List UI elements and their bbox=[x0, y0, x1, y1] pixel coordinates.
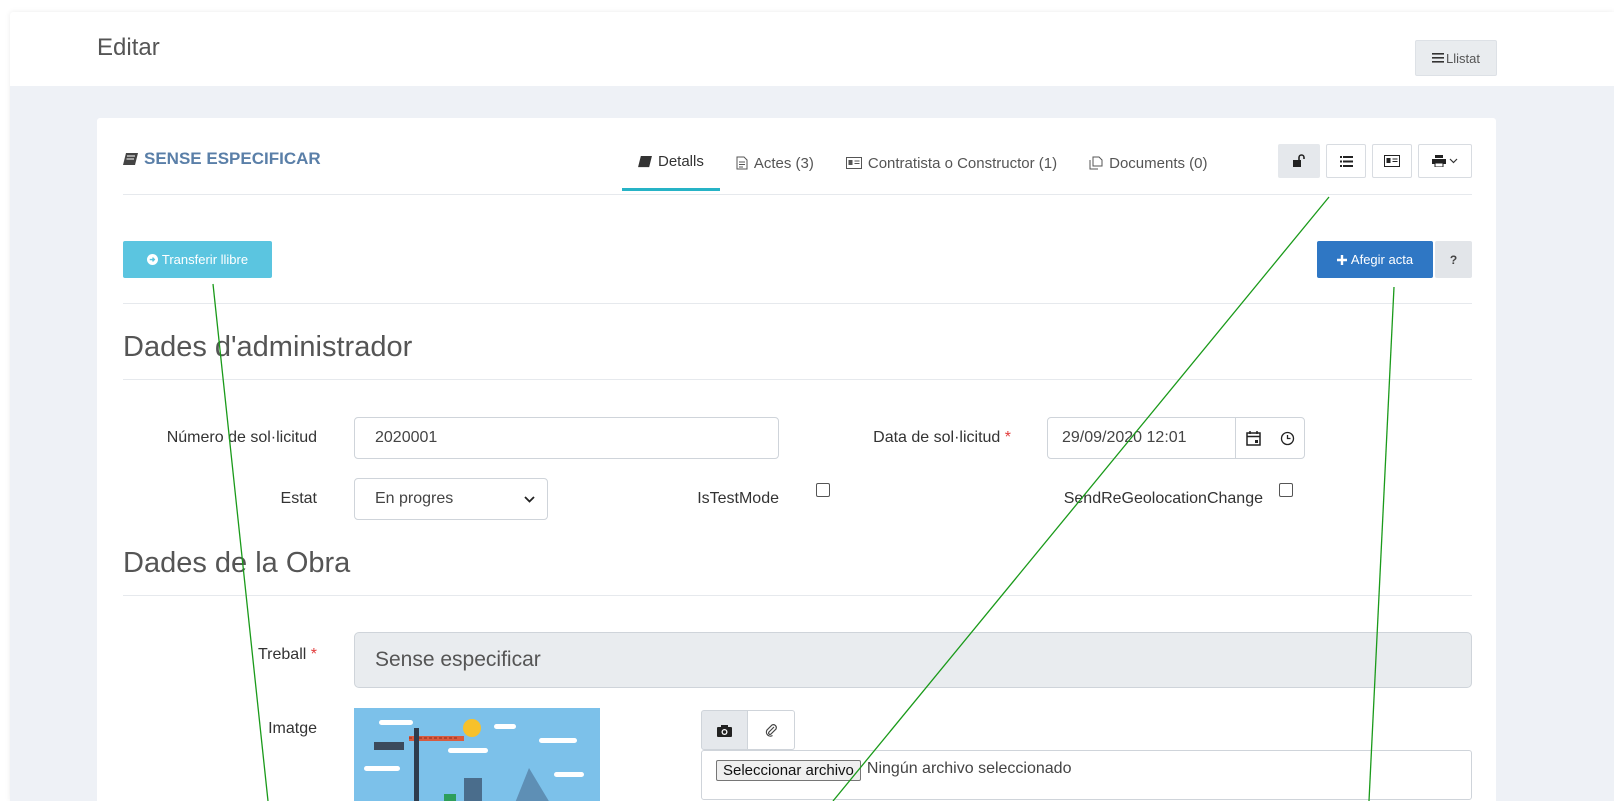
sendregeolocation-label: SendReGeolocationChange bbox=[1063, 490, 1263, 507]
treball-field: Sense especificar bbox=[354, 632, 1472, 688]
treball-label-text: Treball bbox=[258, 646, 307, 663]
section-title-admin: Dades d'administrador bbox=[123, 331, 1472, 380]
file-status-text: Ningún archivo seleccionado bbox=[866, 760, 1072, 777]
unlock-button[interactable] bbox=[1278, 144, 1320, 178]
list-view-button[interactable] bbox=[1326, 144, 1366, 178]
estat-label: Estat bbox=[280, 490, 317, 507]
chevron-down-icon bbox=[1449, 158, 1458, 164]
id-card-icon bbox=[845, 157, 862, 169]
tab-label: Detalls bbox=[658, 153, 704, 170]
transferir-label: Transferir llibre bbox=[161, 252, 249, 267]
print-dropdown-button[interactable] bbox=[1418, 144, 1472, 178]
treball-label: Treball * bbox=[123, 646, 317, 664]
transferir-llibre-button[interactable]: Transferir llibre bbox=[123, 241, 272, 278]
afegir-label: Afegir acta bbox=[1350, 252, 1414, 267]
clock-icon bbox=[1280, 431, 1294, 445]
obra-image-thumbnail bbox=[354, 708, 600, 801]
clock-button[interactable] bbox=[1270, 418, 1304, 458]
file-input-row: Seleccionar archivo Ningún archivo selec… bbox=[701, 750, 1472, 800]
page-title: Editar bbox=[97, 34, 160, 61]
book-icon bbox=[638, 155, 652, 167]
istestmode-checkbox[interactable] bbox=[816, 483, 830, 497]
istestmode-label: IsTestMode bbox=[697, 490, 779, 507]
card-title: SENSE ESPECIFICAR bbox=[123, 149, 321, 169]
required-mark: * bbox=[310, 646, 317, 663]
document-icon bbox=[736, 156, 748, 170]
paperclip-icon bbox=[765, 724, 777, 737]
header-button-group bbox=[1278, 144, 1472, 178]
tab-documents[interactable]: Documents (0) bbox=[1073, 148, 1223, 191]
data-label: Data de sol·licitud * bbox=[797, 429, 1011, 447]
tab-actes[interactable]: Actes (3) bbox=[720, 148, 830, 191]
attach-button[interactable] bbox=[748, 710, 795, 750]
copy-icon bbox=[1089, 156, 1103, 170]
card-title-text: SENSE ESPECIFICAR bbox=[144, 149, 321, 168]
camera-button[interactable] bbox=[701, 710, 748, 750]
card-header: SENSE ESPECIFICAR Detalls Actes (3) Cont… bbox=[123, 118, 1472, 195]
chevron-down-icon bbox=[524, 495, 535, 503]
print-icon bbox=[1432, 155, 1446, 167]
camera-icon bbox=[717, 724, 732, 737]
tab-bar: Detalls Actes (3) Contratista o Construc… bbox=[622, 148, 1224, 191]
divider bbox=[123, 303, 1472, 304]
tab-detalls[interactable]: Detalls bbox=[622, 148, 720, 191]
section-title-obra: Dades de la Obra bbox=[123, 547, 1472, 596]
numero-label: Número de sol·licitud bbox=[166, 429, 317, 446]
book-icon bbox=[123, 152, 138, 165]
image-button-group bbox=[701, 710, 795, 750]
construction-illustration bbox=[354, 708, 600, 801]
required-mark: * bbox=[1004, 429, 1011, 446]
data-input-group: 29/09/2020 12:01 bbox=[1047, 417, 1305, 459]
card-view-button[interactable] bbox=[1372, 144, 1412, 178]
tab-label: Actes (3) bbox=[753, 154, 814, 172]
llistat-button[interactable]: Llistat bbox=[1415, 40, 1497, 76]
tab-contratista[interactable]: Contratista o Constructor (1) bbox=[830, 148, 1073, 191]
unlock-icon bbox=[1293, 154, 1305, 167]
tab-label: Contratista o Constructor (1) bbox=[867, 154, 1058, 172]
data-label-text: Data de sol·licitud bbox=[873, 429, 1001, 446]
imatge-label: Imatge bbox=[268, 720, 317, 737]
page-frame: Editar Llistat SENSE ESPECIFICAR Detalls… bbox=[10, 12, 1614, 801]
detail-card: SENSE ESPECIFICAR Detalls Actes (3) Cont… bbox=[97, 118, 1496, 801]
estat-value: En progres bbox=[375, 490, 454, 507]
tab-label: Documents (0) bbox=[1109, 154, 1208, 172]
plus-icon bbox=[1336, 254, 1347, 265]
help-button[interactable]: ? bbox=[1435, 241, 1472, 278]
afegir-acta-button[interactable]: Afegir acta bbox=[1317, 241, 1433, 278]
estat-select[interactable]: En progres bbox=[354, 478, 548, 520]
sendregeolocation-checkbox[interactable] bbox=[1279, 483, 1293, 497]
calendar-button[interactable] bbox=[1236, 418, 1270, 458]
data-input[interactable]: 29/09/2020 12:01 bbox=[1048, 418, 1236, 458]
numero-input[interactable]: 2020001 bbox=[354, 417, 779, 459]
circle-arrow-icon bbox=[146, 254, 158, 265]
top-bar: Editar Llistat bbox=[10, 12, 1614, 86]
llistat-label: Llistat bbox=[1446, 50, 1480, 66]
calendar-icon bbox=[1245, 430, 1261, 446]
select-file-button[interactable]: Seleccionar archivo bbox=[716, 760, 861, 781]
id-card-icon bbox=[1384, 155, 1400, 167]
list-icon bbox=[1339, 155, 1353, 167]
list-icon bbox=[1432, 53, 1445, 63]
